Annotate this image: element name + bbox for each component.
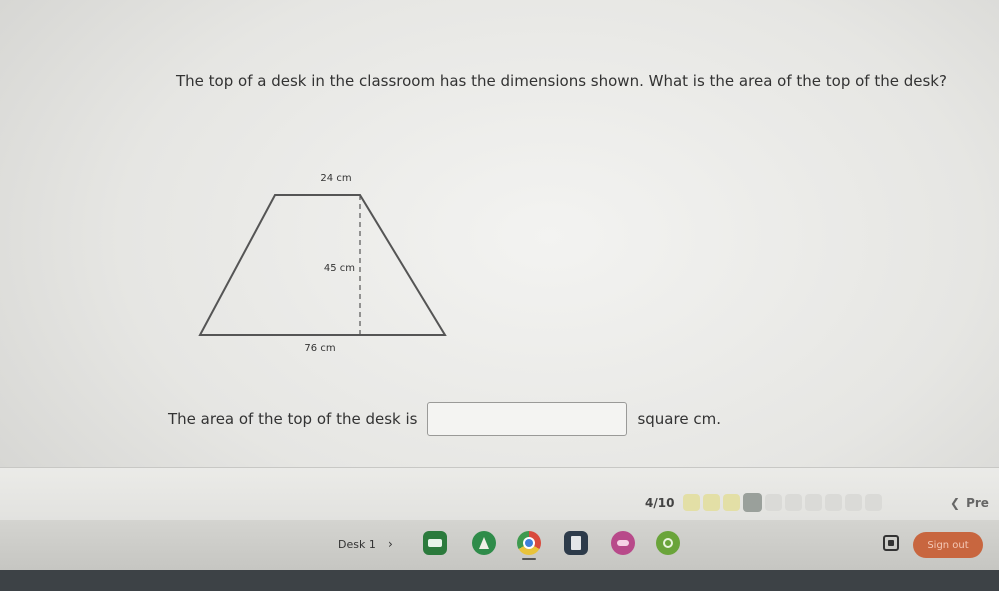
progress-dot[interactable] [805,494,822,511]
question-text: The top of a desk in the classroom has t… [176,72,947,90]
progress-dot[interactable] [765,494,782,511]
trapezoid-shape [198,194,447,336]
docs-app-icon[interactable] [564,531,588,555]
progress-dot[interactable] [785,494,802,511]
progress-dot[interactable] [743,493,762,512]
bottom-bezel [0,570,999,591]
progress-dot[interactable] [825,494,842,511]
progress-dot[interactable] [845,494,862,511]
sign-out-button[interactable]: Sign out [913,532,983,558]
progress-dots [683,493,882,512]
classroom-app-icon[interactable] [423,531,447,555]
top-base-label: 24 cm [320,173,351,184]
sheets-app-icon[interactable] [472,531,496,555]
progress-dot[interactable] [723,494,740,511]
os-shelf: Desk 1 › Sign out [0,520,999,570]
prev-button[interactable]: ❮ Pre [950,490,999,516]
answer-input[interactable] [427,402,628,436]
height-label: 45 cm [324,263,355,274]
answer-row: The area of the top of the desk is squar… [168,400,721,438]
bottom-base-label: 76 cm [304,343,335,354]
game-app-icon[interactable] [611,531,635,555]
active-app-indicator [522,558,536,560]
progress-dot[interactable] [703,494,720,511]
answer-suffix: square cm. [637,410,721,428]
progress-dot[interactable] [683,494,700,511]
progress-label: 4/10 [645,496,675,510]
prev-button-label: Pre [966,496,989,510]
desk-switcher[interactable]: Desk 1 [338,538,376,551]
answer-prefix: The area of the top of the desk is [168,410,418,428]
trapezoid-figure: 24 cm 45 cm 76 cm [190,165,460,365]
chrome-icon[interactable] [517,531,541,555]
chevron-left-icon: ❮ [950,496,961,510]
app-window: The top of a desk in the classroom has t… [0,0,999,591]
progress-footer: 4/10 ❮ Pre [0,468,999,520]
desk-chevron-icon[interactable]: › [388,537,393,551]
trapezoid-diagram: 24 cm 45 cm 76 cm [198,173,447,354]
screen-capture-icon[interactable] [883,535,899,551]
drawing-app-icon[interactable] [656,531,680,555]
progress-dot[interactable] [865,494,882,511]
